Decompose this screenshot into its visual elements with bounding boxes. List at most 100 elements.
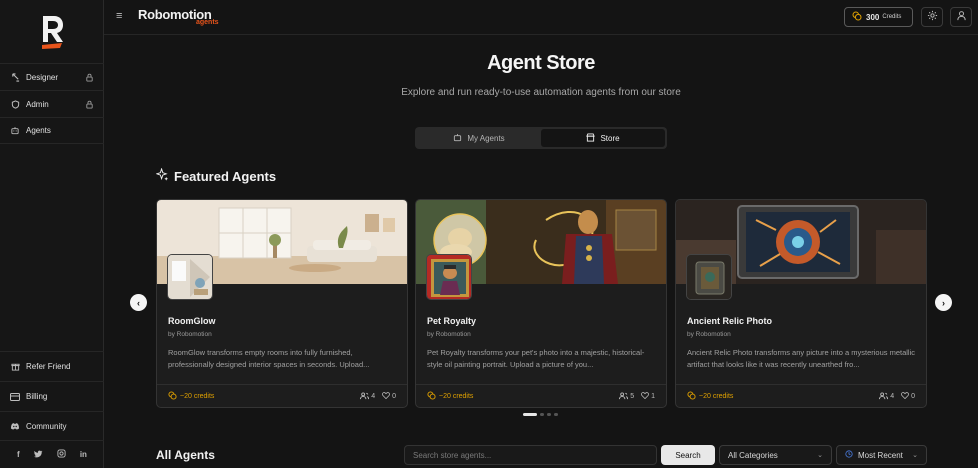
lock-icon: [85, 73, 94, 82]
agent-card-footer: ~20 credits 4 0: [157, 384, 407, 407]
agent-stats: 4 0: [872, 391, 915, 402]
robomotion-logo[interactable]: [40, 14, 66, 50]
sort-select-value: Most Recent: [858, 450, 903, 460]
category-select-value: All Categories: [728, 450, 778, 460]
agent-likes-count: 1: [651, 393, 655, 400]
agent-card-ancient-relic-photo[interactable]: Ancient Relic Photo by Robomotion Ancien…: [675, 199, 927, 408]
agent-credits-text: ~20 credits: [439, 393, 474, 400]
hamburger-menu-icon[interactable]: ≡: [116, 11, 126, 22]
carousel-prev-button[interactable]: ‹: [130, 294, 147, 311]
agent-credits: ~20 credits: [687, 391, 733, 402]
social-links: f in: [0, 440, 104, 468]
agent-description: RoomGlow transforms empty rooms into ful…: [168, 348, 370, 369]
heart-icon[interactable]: [901, 392, 910, 401]
agent-thumbnail: [426, 254, 472, 300]
sidebar-nav: Designer Admin Agents: [0, 63, 104, 144]
credits-value: 300: [866, 12, 880, 22]
all-agents-heading: All Agents: [156, 448, 215, 462]
agent-users-count: 4: [371, 393, 376, 400]
agent-credits-text: ~20 credits: [699, 393, 734, 400]
sidebar-item-label: Billing: [26, 392, 48, 401]
tab-label: Store: [600, 133, 620, 143]
sidebar-item-label: Admin: [26, 99, 49, 109]
sidebar-item-refer-friend[interactable]: Refer Friend: [0, 351, 104, 381]
users-icon: [360, 391, 370, 402]
featured-title-text: Featured Agents: [174, 168, 277, 184]
agent-description: Ancient Relic Photo transforms any pictu…: [687, 348, 916, 369]
brand[interactable]: Robomotion agents: [138, 6, 219, 26]
twitter-icon[interactable]: [33, 450, 43, 460]
sidebar-item-label: Community: [26, 421, 67, 431]
agent-name: RoomGlow: [168, 316, 216, 326]
credits-button[interactable]: 300 Credits: [844, 7, 913, 27]
sidebar-item-label: Agents: [26, 126, 51, 135]
carousel-dot[interactable]: [540, 413, 544, 416]
instagram-icon[interactable]: [57, 449, 66, 460]
facebook-icon[interactable]: f: [17, 450, 20, 459]
category-select[interactable]: All Categories ⌄: [719, 445, 832, 465]
chevron-left-icon: ‹: [137, 297, 140, 308]
coins-icon: [168, 391, 177, 402]
agent-likes-count: 0: [392, 393, 396, 400]
clock-icon: [845, 450, 853, 460]
agent-author: by Robomotion: [427, 331, 471, 338]
coins-icon: [852, 11, 862, 23]
user-icon: [956, 8, 967, 26]
store-tabs: My Agents Store: [415, 127, 667, 149]
heart-icon[interactable]: [641, 392, 650, 401]
featured-agents-heading: Featured Agents: [155, 167, 277, 184]
agent-card-footer: ~20 credits 4 0: [676, 384, 926, 407]
agent-stats: 4 0: [353, 391, 396, 402]
page-subtitle: Explore and run ready-to-use automation …: [401, 87, 681, 98]
profile-button[interactable]: [950, 7, 972, 27]
agent-stats: 5 1: [612, 391, 655, 402]
carousel-next-button[interactable]: ›: [935, 294, 952, 311]
agent-credits-text: ~20 credits: [180, 393, 215, 400]
carousel-dot[interactable]: [523, 413, 537, 416]
sidebar-item-community[interactable]: Community: [0, 411, 104, 441]
agent-card-footer: ~20 credits 5 1: [416, 384, 666, 407]
top-bar: ≡ Robomotion agents 300 Credits: [104, 0, 978, 35]
gear-icon: [927, 8, 938, 26]
sidebar-item-agents[interactable]: Agents: [0, 117, 104, 144]
agent-name: Pet Royalty: [427, 316, 477, 326]
discord-icon: [10, 421, 20, 431]
store-icon: [586, 132, 596, 144]
carousel-dot[interactable]: [547, 413, 551, 416]
chevron-down-icon: ⌄: [912, 452, 918, 459]
sidebar-item-billing[interactable]: Billing: [0, 381, 104, 411]
heart-icon[interactable]: [382, 392, 391, 401]
brand-subtitle: agents: [196, 19, 219, 26]
agent-description: Pet Royalty transforms your pet's photo …: [427, 348, 645, 369]
sidebar-item-designer[interactable]: Designer: [0, 63, 104, 90]
search-button[interactable]: Search: [661, 445, 715, 465]
agent-author: by Robomotion: [168, 331, 212, 338]
search-input[interactable]: [404, 445, 657, 465]
agent-card-pet-royalty[interactable]: Pet Royalty by Robomotion Pet Royalty tr…: [415, 199, 667, 408]
chevron-right-icon: ›: [942, 297, 945, 308]
credits-label: Credits: [882, 14, 902, 20]
agent-thumbnail: [167, 254, 213, 300]
agent-likes-count: 0: [911, 393, 915, 400]
tab-store[interactable]: Store: [541, 129, 665, 147]
sidebar-bottom: Refer Friend Billing Community: [0, 351, 104, 441]
users-icon: [619, 391, 629, 402]
coins-icon: [427, 391, 436, 402]
sort-select[interactable]: Most Recent ⌄: [836, 445, 927, 465]
linkedin-icon[interactable]: in: [80, 450, 87, 459]
sidebar: Designer Admin Agents Refer Friend Billi…: [0, 0, 104, 468]
settings-button[interactable]: [921, 7, 943, 27]
lock-icon: [85, 100, 94, 109]
carousel-dot[interactable]: [554, 413, 558, 416]
agent-credits: ~20 credits: [427, 391, 473, 402]
agent-credits: ~20 credits: [168, 391, 214, 402]
sidebar-item-admin[interactable]: Admin: [0, 90, 104, 117]
chevron-down-icon: ⌄: [817, 452, 823, 459]
designer-icon: [10, 72, 20, 82]
page-title: Agent Store: [487, 52, 595, 74]
sidebar-item-label: Designer: [26, 72, 59, 82]
shield-icon: [10, 99, 20, 109]
agent-author: by Robomotion: [687, 331, 731, 338]
agent-card-roomglow[interactable]: RoomGlow by Robomotion RoomGlow transfor…: [156, 199, 408, 408]
tab-my-agents[interactable]: My Agents: [417, 129, 541, 147]
